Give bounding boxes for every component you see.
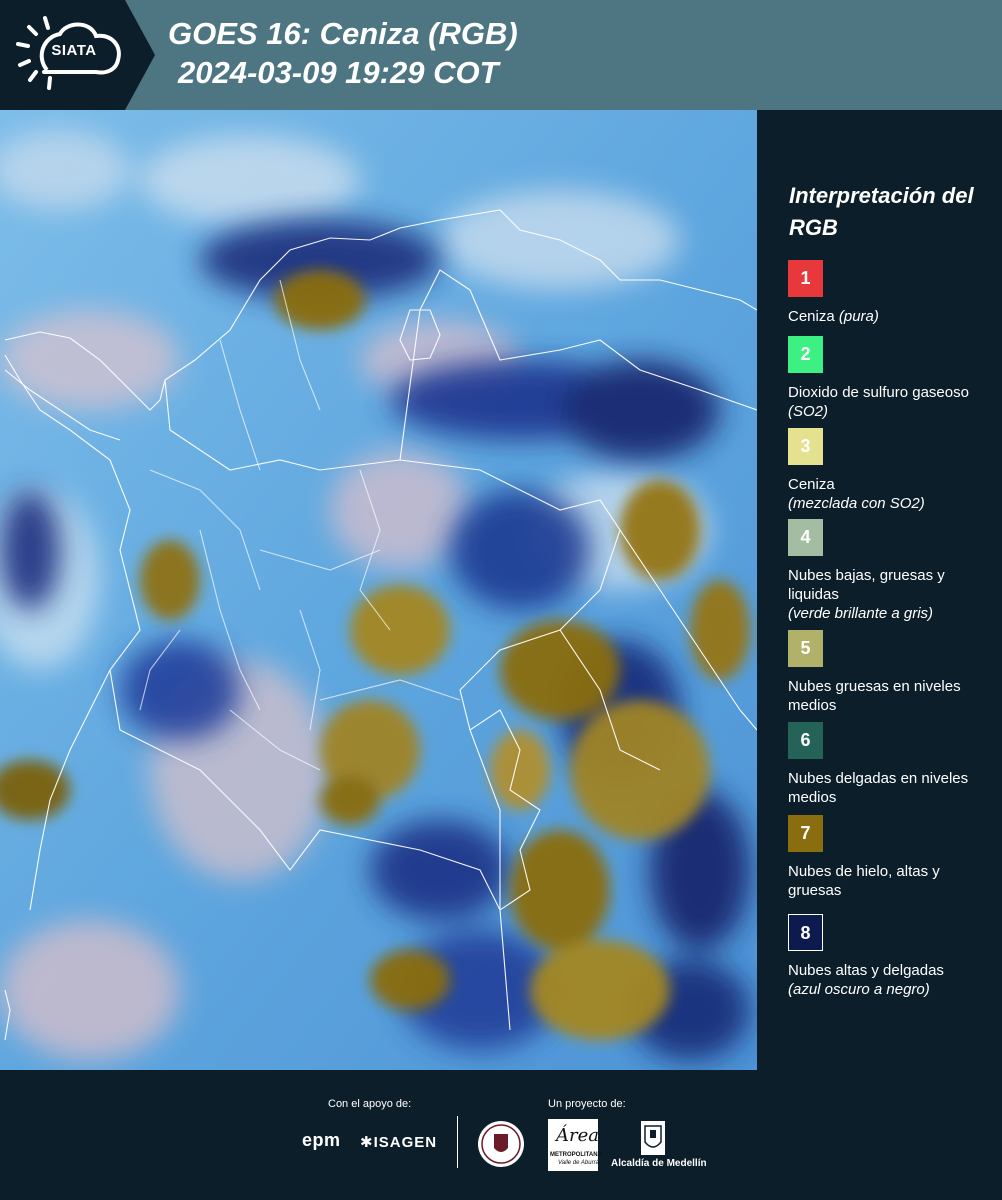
legend-label-5: Nubes gruesas en niveles medios <box>788 678 961 714</box>
product-timestamp: 2024-03-09 19:29 COT <box>178 55 499 90</box>
project-label: Un proyecto de: <box>548 1098 626 1110</box>
footer-divider <box>457 1116 458 1168</box>
legend-label-7: Nubes de hielo, altas y gruesas <box>788 863 940 899</box>
legend-item-3: 3 Ceniza (mezclada con SO2) <box>788 428 993 513</box>
legend-item-2: 2 Dioxido de sulfuro gaseoso (SO2) <box>788 336 993 421</box>
legend-swatch-8: 8 <box>788 914 823 951</box>
isagen-mark-icon: ✱ <box>360 1134 374 1151</box>
legend-item-4: 4 Nubes bajas, gruesas y liquidas (verde … <box>788 519 993 623</box>
epm-logo: epm <box>302 1130 341 1150</box>
legend-label-3: Ceniza (mezclada con SO2) <box>788 476 925 512</box>
legend-item-8: 8 Nubes altas y delgadas (azul oscuro a n… <box>788 914 993 999</box>
university-seal-icon <box>478 1121 524 1167</box>
area-metropolitana-logo: Área METROPOLITANA Valle de Aburrá <box>548 1119 602 1171</box>
legend-item-5: 5 Nubes gruesas en niveles medios <box>788 630 993 715</box>
legend-swatch-2: 2 <box>788 336 823 373</box>
legend-label-1: Ceniza (pura) <box>788 308 879 325</box>
satellite-map[interactable] <box>0 110 757 1070</box>
support-label: Con el apoyo de: <box>328 1098 412 1110</box>
product-title: GOES 16: Ceniza (RGB) <box>168 16 518 51</box>
footer: Con el apoyo de: Un proyecto de: epm ✱IS… <box>0 1070 1002 1200</box>
legend-panel: Interpretación del RGB 1 Ceniza (pura) 2… <box>757 110 1002 1070</box>
legend-label-8: Nubes altas y delgadas (azul oscuro a neg… <box>788 962 944 998</box>
legend-label-6: Nubes delgadas en niveles medios <box>788 770 969 806</box>
siata-logo: SIATA <box>0 0 155 110</box>
isagen-logo: ✱ISAGEN <box>360 1134 438 1151</box>
header-bar: SIATA GOES 16: Ceniza (RGB) 2024-03-09 1… <box>0 0 1002 110</box>
siata-logo-text: SIATA <box>51 42 97 59</box>
legend-swatch-1: 1 <box>788 260 823 297</box>
legend-item-1: 1 Ceniza (pura) <box>788 260 993 326</box>
alcaldia-shield-icon <box>641 1121 665 1155</box>
legend-item-6: 6 Nubes delgadas en niveles medios <box>788 722 993 807</box>
alcaldia-label: Alcaldía de Medellín <box>611 1158 707 1169</box>
legend-swatch-4: 4 <box>788 519 823 556</box>
legend-swatch-5: 5 <box>788 630 823 667</box>
legend-label-4: Nubes bajas, gruesas y liquidas (verde br… <box>788 567 945 622</box>
legend-swatch-6: 6 <box>788 722 823 759</box>
legend-label-2: Dioxido de sulfuro gaseoso (SO2) <box>788 384 969 420</box>
legend-swatch-3: 3 <box>788 428 823 465</box>
legend-title: Interpretación del RGB <box>789 183 974 240</box>
legend-item-7: 7 Nubes de hielo, altas y gruesas <box>788 815 993 900</box>
legend-swatch-7: 7 <box>788 815 823 852</box>
